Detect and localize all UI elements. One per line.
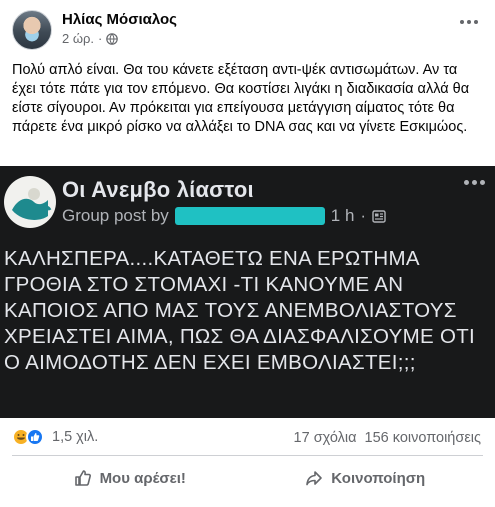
- share-label: Κοινοποίηση: [331, 469, 426, 487]
- share-button[interactable]: Κοινοποίηση: [248, 460, 484, 496]
- post-time[interactable]: 2 ώρ.: [62, 31, 94, 46]
- reaction-icons: [12, 428, 44, 446]
- group-meta-separator: ·: [360, 206, 367, 225]
- group-avatar: [4, 176, 56, 228]
- more-options-icon[interactable]: [457, 12, 481, 32]
- globe-icon: [106, 32, 119, 45]
- comments-count[interactable]: 17 σχόλια: [294, 430, 357, 446]
- post-meta: 2 ώρ. ·: [62, 31, 119, 46]
- group-more-icon: [464, 180, 485, 185]
- facebook-post: Ηλίας Μόσιαλος 2 ώρ. · Πολύ απλό είναι. …: [0, 0, 495, 507]
- group-name: Οι Ανεμβο λίαστοι: [62, 177, 254, 202]
- shared-screenshot[interactable]: Οι Ανεμβο λίαστοι Group post by 1 h · ΚΑ…: [0, 166, 495, 418]
- group-meta: Group post by 1 h ·: [62, 206, 386, 226]
- post-text: Πολύ απλό είναι. Θα του κάνετε εξέταση α…: [12, 62, 470, 135]
- like-button[interactable]: Μου αρέσει!: [12, 460, 248, 496]
- reactions-count[interactable]: 1,5 χιλ.: [52, 429, 98, 445]
- author-avatar[interactable]: [12, 10, 52, 50]
- author-name[interactable]: Ηλίας Μόσιαλος: [62, 11, 177, 28]
- shared-post-text: ΚΑΛΗΣΠΕΡΑ....ΚΑΤΑΘΕΤΩ ΕΝΑ ΕΡΩΤΗΜΑ ΓΡΟΘΙΑ…: [4, 247, 476, 374]
- actions-divider: [12, 455, 483, 456]
- shares-count[interactable]: 156 κοινοποιήσεις: [365, 430, 481, 446]
- like-label: Μου αρέσει!: [99, 469, 186, 487]
- group-privacy-icon: [372, 209, 386, 223]
- post-actions: Μου αρέσει! Κοινοποίηση: [12, 460, 483, 496]
- group-post-time: 1 h: [330, 206, 355, 225]
- meta-separator: ·: [98, 31, 103, 46]
- reactions-summary[interactable]: 1,5 χιλ.: [12, 428, 98, 446]
- like-icon: [26, 428, 44, 446]
- redacted-name: [174, 207, 325, 225]
- engagement-counts: 17 σχόλια 156 κοινοποιήσεις: [294, 430, 481, 446]
- share-arrow-icon: [306, 471, 323, 486]
- group-post-by-label: Group post by: [62, 206, 169, 225]
- thumbs-up-icon: [74, 470, 91, 486]
